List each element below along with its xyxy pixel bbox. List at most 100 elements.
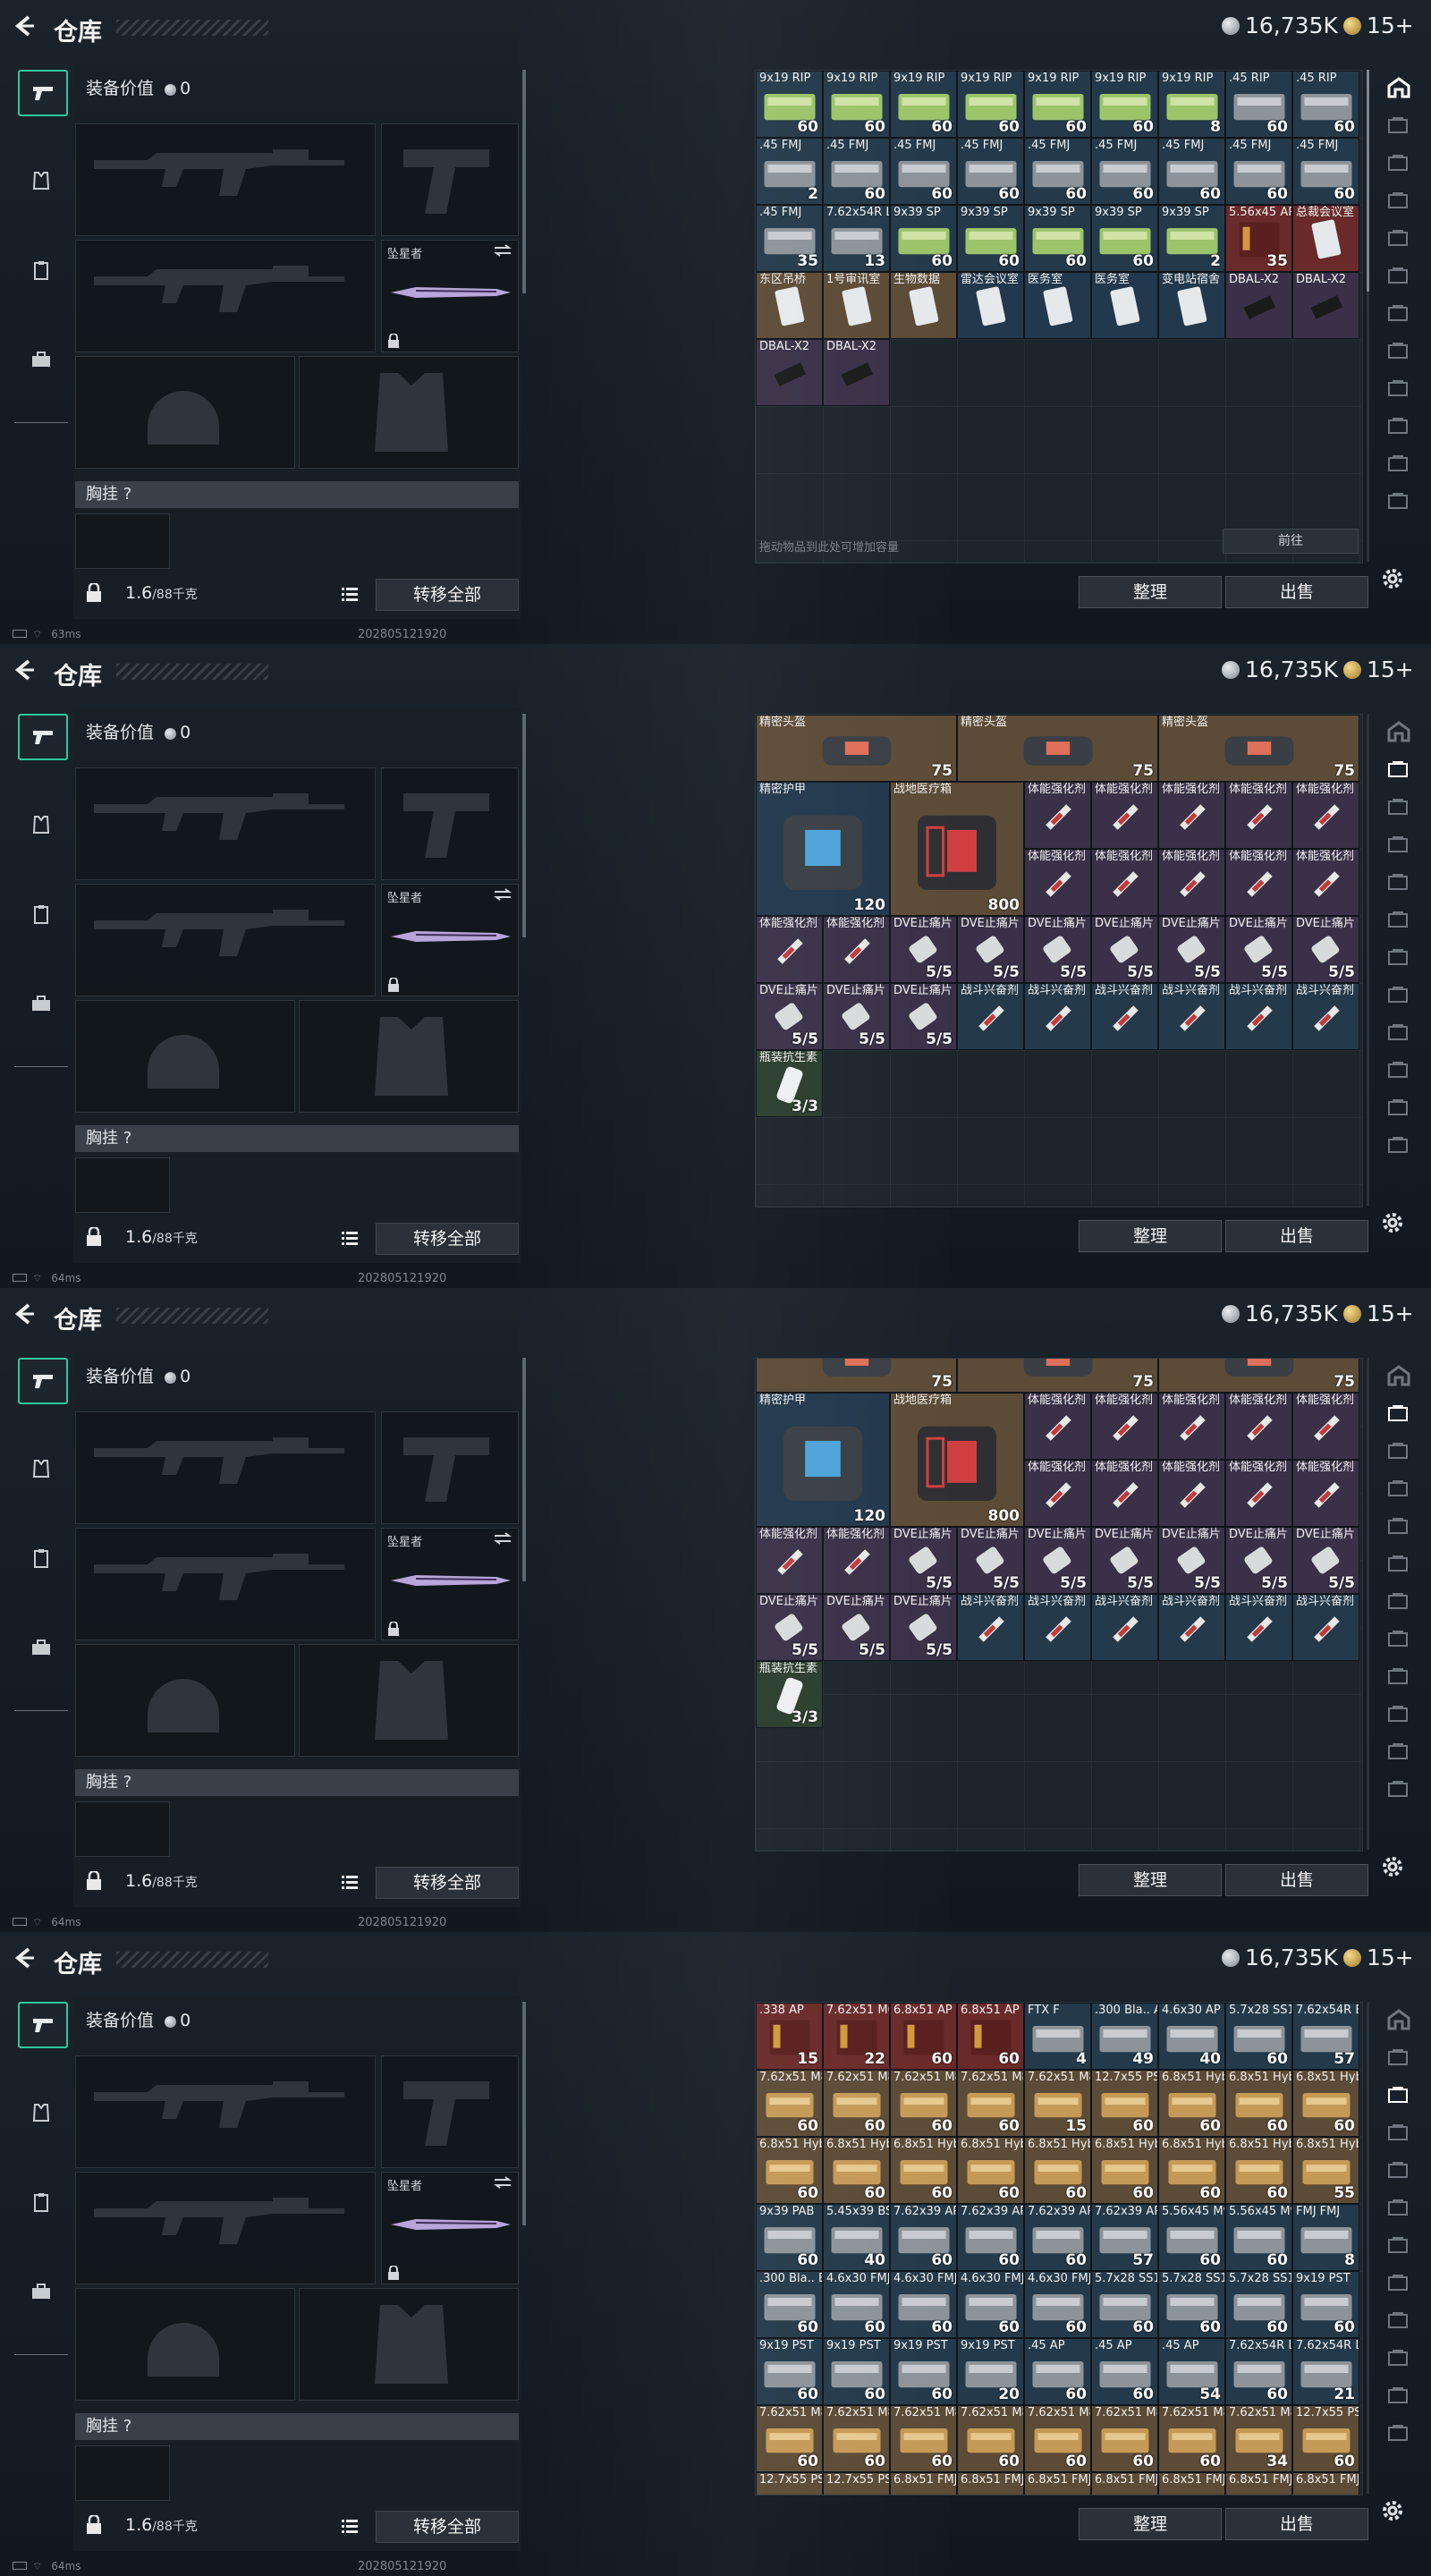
storage-tab-6[interactable] [1381,909,1417,945]
storage-item[interactable]: DVE止痛片 5/5 [1091,916,1158,983]
storage-item[interactable]: 战斗兴奋剂 [1225,983,1292,1050]
storage-item[interactable]: 9x39 SP 2 [1158,205,1225,272]
storage-item[interactable]: 战斗兴奋剂 [1024,983,1091,1050]
storage-item[interactable]: DVE止痛片 5/5 [890,1594,957,1661]
storage-item[interactable]: 5.7x28 SS190 60 [1225,2003,1292,2070]
storage-item[interactable]: 医务室 [1091,272,1158,339]
gold-currency[interactable]: 15+ [1343,1945,1414,1970]
storage-item[interactable]: .45 AP 60 [1091,2338,1158,2405]
storage-item[interactable]: DVE止痛片 5/5 [1292,1527,1359,1594]
storage-item[interactable]: 9x39 SP 60 [957,205,1024,272]
storage-item[interactable]: 战地医疗箱 800 [890,1393,1024,1527]
storage-item[interactable]: 体能强化剂 [756,916,823,983]
storage-tab-6[interactable] [1381,2197,1417,2233]
storage-item[interactable]: 9x19 PST 20 [957,2338,1024,2405]
list-icon[interactable] [342,1231,358,1245]
storage-item[interactable]: DBAL-X2 [1292,272,1359,339]
storage-item[interactable]: 体能强化剂 [1024,1460,1091,1527]
storage-tab-8[interactable] [1381,340,1417,376]
storage-tab-12[interactable] [1381,2422,1417,2458]
storage-item[interactable]: 12.7x55 PS12 [823,2472,890,2495]
storage-item[interactable]: 体能强化剂 [1091,1460,1158,1527]
storage-item[interactable]: 4.6x30 AP 40 [1158,2003,1225,2070]
storage-item[interactable]: 9x19 PST 60 [890,2338,957,2405]
storage-item[interactable]: 精密头盔75 [1158,1359,1359,1393]
storage-tab-3[interactable] [1381,796,1417,832]
storage-item[interactable]: 6.8x51 FMJ [1158,2472,1225,2495]
storage-item[interactable]: 7.62x51 M80 60 [1024,2405,1091,2472]
storage-item[interactable]: 9x39 PAB 60 [756,2204,823,2271]
storage-item[interactable]: .45 RIP 60 [1225,71,1292,138]
storage-item[interactable]: 5.56x45 M995 60 [1225,2204,1292,2271]
storage-item[interactable]: .45 FMJ 2 [756,138,823,205]
storage-tab-9[interactable] [1381,1021,1417,1057]
storage-tab-11[interactable] [1381,453,1417,488]
storage-item[interactable]: 体能强化剂 [1158,849,1225,916]
storage-item[interactable]: 战斗兴奋剂 [957,1594,1024,1661]
silver-currency[interactable]: 16,735K [1222,1301,1338,1326]
storage-tab-4[interactable] [1381,190,1417,225]
storage-item[interactable]: 精密头盔75 [756,1359,957,1393]
primary-weapon-slot[interactable] [75,123,376,236]
storage-tab-4[interactable] [1381,1478,1417,1513]
storage-item[interactable]: 体能强化剂 [1024,849,1091,916]
storage-item[interactable]: 6.8x51 AP 60 [957,2003,1024,2070]
storage-item[interactable]: 7.62x51 M80 60 [890,2070,957,2137]
storage-item[interactable]: DVE止痛片 5/5 [756,983,823,1050]
storage-item[interactable]: DVE止痛片 5/5 [890,1527,957,1594]
storage-tab-1[interactable] [1381,721,1417,757]
storage-item[interactable]: 体能强化剂 [1158,1460,1225,1527]
storage-item[interactable]: 6.8x51 Hybrid 60 [1158,2070,1225,2137]
storage-tab-2[interactable] [1381,2046,1417,2082]
storage-item[interactable]: 体能强化剂 [1091,1393,1158,1460]
storage-item[interactable]: 战斗兴奋剂 [1292,1594,1359,1661]
scroll-thumb[interactable] [1367,70,1369,292]
storage-item[interactable]: 12.7x55 PS12 [756,2472,823,2495]
sort-button[interactable]: 整理 [1079,1220,1222,1252]
storage-item[interactable]: 体能强化剂 [1091,782,1158,849]
storage-tab-5[interactable] [1381,2159,1417,2195]
storage-item[interactable]: 瓶装抗生素 3/3 [756,1050,823,1117]
storage-item[interactable]: .300 Bla.. BCP FMJ 60 [756,2271,823,2338]
body-armor-slot[interactable] [299,1000,519,1113]
storage-scrollbar[interactable] [1367,714,1369,1206]
storage-item[interactable]: .45 RIP 60 [1292,71,1359,138]
storage-tab-12[interactable] [1381,490,1417,526]
back-arrow-icon[interactable] [11,1301,38,1327]
storage-item[interactable]: 9x19 RIP 8 [1158,71,1225,138]
storage-item[interactable]: 6.8x51 Hybrid 60 [957,2137,1024,2204]
storage-item[interactable]: 体能强化剂 [1292,1393,1359,1460]
sort-button[interactable]: 整理 [1079,1864,1222,1896]
tab-weapons[interactable] [18,2002,68,2048]
body-armor-slot[interactable] [299,2288,519,2401]
body-armor-slot[interactable] [299,356,519,469]
storage-item[interactable]: 体能强化剂 [1024,1393,1091,1460]
storage-grid[interactable]: 精密头盔75精密头盔75精密头盔75精密护甲120战地医疗箱800体能强化剂体能… [755,714,1363,1208]
storage-item[interactable]: 精密头盔75 [957,1359,1158,1393]
storage-tab-7[interactable] [1381,2234,1417,2270]
storage-item[interactable]: .45 FMJ 60 [1091,138,1158,205]
storage-item[interactable]: DVE止痛片 5/5 [1091,1527,1158,1594]
storage-tab-7[interactable] [1381,946,1417,982]
storage-tab-2[interactable] [1381,758,1417,794]
storage-item[interactable]: 体能强化剂 [1225,849,1292,916]
settings-gear-icon[interactable] [1379,565,1406,592]
storage-item[interactable]: 6.8x51 Hybrid 60 [890,2137,957,2204]
tab-backpack[interactable] [18,1626,64,1669]
equipment-scrollbar[interactable] [522,2002,526,2225]
storage-item[interactable]: 5.7x28 SS197 60 [1091,2271,1158,2338]
storage-item[interactable]: 6.8x51 Hybrid 60 [1225,2137,1292,2204]
secondary-weapon-slot[interactable] [381,123,519,236]
gold-currency[interactable]: 15+ [1343,1301,1414,1326]
storage-item[interactable]: 7.62x51 M80 60 [823,2405,890,2472]
storage-item[interactable]: 7.62x39 AP 60 [957,2204,1024,2271]
gold-currency[interactable]: 15+ [1343,657,1414,682]
storage-tab-8[interactable] [1381,2272,1417,2308]
storage-tab-12[interactable] [1381,1778,1417,1814]
storage-tab-3[interactable] [1381,2084,1417,2120]
storage-item[interactable]: 4.6x30 FMJ 60 [890,2271,957,2338]
helmet-slot[interactable] [75,2288,295,2401]
storage-tab-4[interactable] [1381,834,1417,869]
storage-item[interactable]: 6.8x51 Hybrid 60 [1158,2137,1225,2204]
storage-item[interactable]: .45 FMJ 60 [1225,138,1292,205]
